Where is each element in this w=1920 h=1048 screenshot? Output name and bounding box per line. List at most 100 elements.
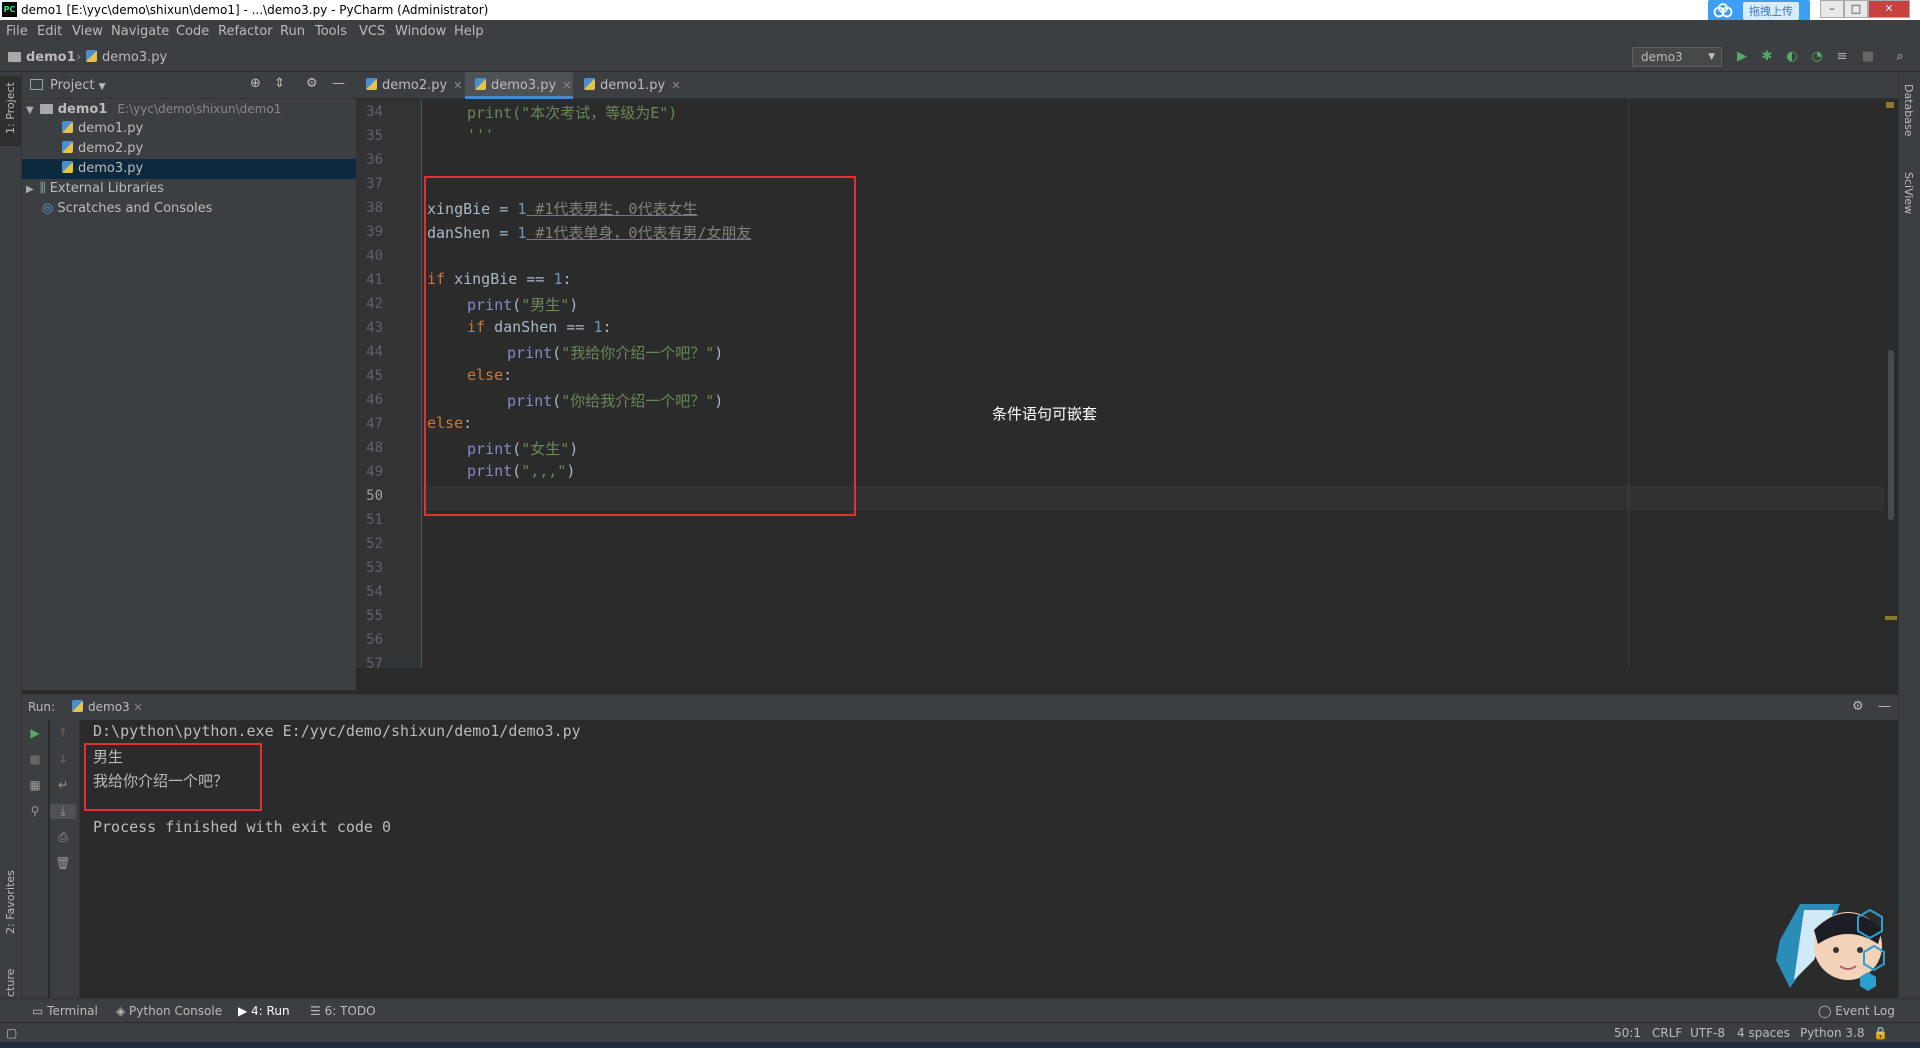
cloud-icon xyxy=(1713,3,1733,18)
gear-icon[interactable]: ⚙ xyxy=(306,76,318,91)
rerun-icon[interactable]: ▶ xyxy=(22,726,48,740)
close-icon[interactable]: ✕ xyxy=(134,701,143,714)
sciview-tool-tab[interactable]: SciView xyxy=(1902,172,1915,214)
run-tab-demo3[interactable]: demo3 ✕ xyxy=(72,700,143,714)
line-number: 54 xyxy=(366,584,383,600)
line-number: 43 xyxy=(366,320,383,336)
minimize-button[interactable]: – xyxy=(1820,0,1844,18)
locate-icon[interactable]: ⊕ xyxy=(250,76,261,91)
tree-file-demo3[interactable]: demo3.py xyxy=(22,159,356,179)
breadcrumb-project[interactable]: demo1 xyxy=(8,50,76,65)
run-icon: ▶ xyxy=(238,1004,252,1018)
stop-icon[interactable]: ■ xyxy=(22,752,48,766)
tree-external-libraries[interactable]: ▶ ⫼ External Libraries xyxy=(22,179,356,199)
hide-panel-icon[interactable]: — xyxy=(1878,699,1891,714)
code-line-35: ''' xyxy=(467,126,495,144)
menu-view[interactable]: View xyxy=(72,24,103,39)
line-number: 49 xyxy=(366,464,383,480)
pycharm-logo-icon: PC xyxy=(2,2,17,17)
coverage-icon[interactable]: ◐ xyxy=(1784,49,1800,65)
close-icon[interactable]: ✕ xyxy=(671,79,680,92)
breadcrumb-file[interactable]: demo3.py xyxy=(86,50,167,65)
menu-tools[interactable]: Tools xyxy=(315,24,347,39)
python-file-icon xyxy=(86,50,97,62)
close-icon[interactable]: ✕ xyxy=(453,79,462,92)
arrow-up-icon[interactable]: ↑ xyxy=(50,726,76,740)
menu-run[interactable]: Run xyxy=(280,24,305,39)
upload-button[interactable]: 拖拽上传 xyxy=(1708,0,1810,22)
tab-run[interactable]: ▶ 4: Run xyxy=(238,1004,290,1018)
debug-icon[interactable]: ✱ xyxy=(1759,49,1775,65)
run-icon[interactable]: ▶ xyxy=(1734,49,1750,65)
arrow-down-icon[interactable]: ↓ xyxy=(50,752,76,766)
line-number: 34 xyxy=(366,104,383,120)
chevron-down-icon: ▼ xyxy=(26,105,34,116)
menu-edit[interactable]: Edit xyxy=(37,24,62,39)
maximize-button[interactable]: □ xyxy=(1844,0,1868,18)
layout-icon[interactable]: ▦ xyxy=(22,778,48,792)
gear-icon[interactable]: ⚙ xyxy=(1852,699,1864,714)
chevron-down-icon: ▼ xyxy=(98,82,106,92)
menu-help[interactable]: Help xyxy=(454,24,484,39)
python-console-icon: ◈ xyxy=(116,1004,130,1018)
tab-demo3[interactable]: demo3.py ✕ xyxy=(465,72,573,99)
tree-scratches[interactable]: ◎ Scratches and Consoles xyxy=(22,199,356,219)
code-highlight-box xyxy=(424,176,856,516)
trash-icon[interactable]: 🗑 xyxy=(50,856,76,870)
lock-icon[interactable]: 🔒 xyxy=(1873,1026,1888,1040)
window-title: demo1 [E:\yyc\demo\shixun\demo1] - ...\d… xyxy=(21,3,489,17)
soft-wrap-icon[interactable]: ↵ xyxy=(50,778,76,792)
profile-icon[interactable]: ◔ xyxy=(1809,49,1825,65)
terminal-icon: ▭ xyxy=(32,1004,48,1018)
pin-icon[interactable]: ⚲ xyxy=(22,804,48,818)
run-toolbar-secondary: ↑ ↓ ↵ ⤓ ⎙ 🗑 xyxy=(50,720,80,998)
tab-todo[interactable]: ☰ 6: TODO xyxy=(310,1004,376,1018)
line-number: 46 xyxy=(366,392,383,408)
close-icon[interactable]: ✕ xyxy=(562,79,571,92)
project-panel-title[interactable]: Project ▼ xyxy=(50,78,106,93)
collapse-icon[interactable]: ⇕ xyxy=(274,76,285,91)
tree-file-demo1[interactable]: demo1.py xyxy=(22,119,356,139)
file-encoding[interactable]: UTF-8 xyxy=(1690,1026,1725,1040)
hide-panel-icon[interactable]: — xyxy=(332,76,345,91)
indent-setting[interactable]: 4 spaces xyxy=(1737,1026,1790,1040)
python-interpreter[interactable]: Python 3.8 xyxy=(1800,1026,1865,1040)
line-number: 48 xyxy=(366,440,383,456)
project-tool-tab[interactable]: 1: Project xyxy=(4,82,17,134)
root-folder-name: demo1 xyxy=(57,102,108,117)
chevron-down-icon: ▼ xyxy=(1708,52,1715,62)
tree-file-demo2[interactable]: demo2.py xyxy=(22,139,356,159)
favorites-tool-tab[interactable]: 2: Favorites xyxy=(4,870,17,934)
menu-navigate[interactable]: Navigate xyxy=(111,24,169,39)
line-number: 55 xyxy=(366,608,383,624)
tab-python-console[interactable]: ◈ Python Console xyxy=(116,1004,222,1018)
close-window-button[interactable]: ✕ xyxy=(1868,0,1910,18)
editor-scrollbar[interactable] xyxy=(1884,100,1898,668)
concurrency-icon[interactable]: ≡ xyxy=(1834,49,1850,65)
line-number: 35 xyxy=(366,128,383,144)
scroll-to-end-icon[interactable]: ⤓ xyxy=(50,804,76,819)
menu-refactor[interactable]: Refactor xyxy=(218,24,273,39)
tab-terminal[interactable]: ▭ Terminal xyxy=(32,1004,98,1018)
scrollbar-thumb[interactable] xyxy=(1888,350,1894,520)
print-icon[interactable]: ⎙ xyxy=(50,830,76,845)
menu-code[interactable]: Code xyxy=(176,24,209,39)
database-tool-tab[interactable]: Database xyxy=(1902,84,1915,137)
run-config-select[interactable]: demo3 ▼ xyxy=(1632,47,1722,67)
line-number: 51 xyxy=(366,512,383,528)
stop-icon[interactable]: ■ xyxy=(1860,49,1876,65)
right-tool-stripe: Database SciView xyxy=(1898,72,1920,998)
search-icon[interactable]: ⌕ xyxy=(1892,49,1908,65)
menu-vcs[interactable]: VCS xyxy=(359,24,385,39)
status-toggle-icon[interactable]: ▢ xyxy=(6,1026,17,1040)
menu-file[interactable]: File xyxy=(6,24,28,39)
tab-demo1[interactable]: demo1.py ✕ xyxy=(574,72,682,99)
avatar xyxy=(1776,904,1885,991)
event-log-button[interactable]: ◯ Event Log xyxy=(1818,1004,1895,1018)
tree-root-folder[interactable]: ▼ demo1 E:\yyc\demo\shixun\demo1 xyxy=(22,99,356,119)
tab-demo2[interactable]: demo2.py ✕ xyxy=(356,72,464,99)
cursor-position[interactable]: 50:1 xyxy=(1614,1026,1641,1040)
line-separator[interactable]: CRLF xyxy=(1652,1026,1682,1040)
run-console[interactable]: D:\python\python.exe E:/yyc/demo/shixun/… xyxy=(81,720,1898,998)
menu-window[interactable]: Window xyxy=(395,24,446,39)
